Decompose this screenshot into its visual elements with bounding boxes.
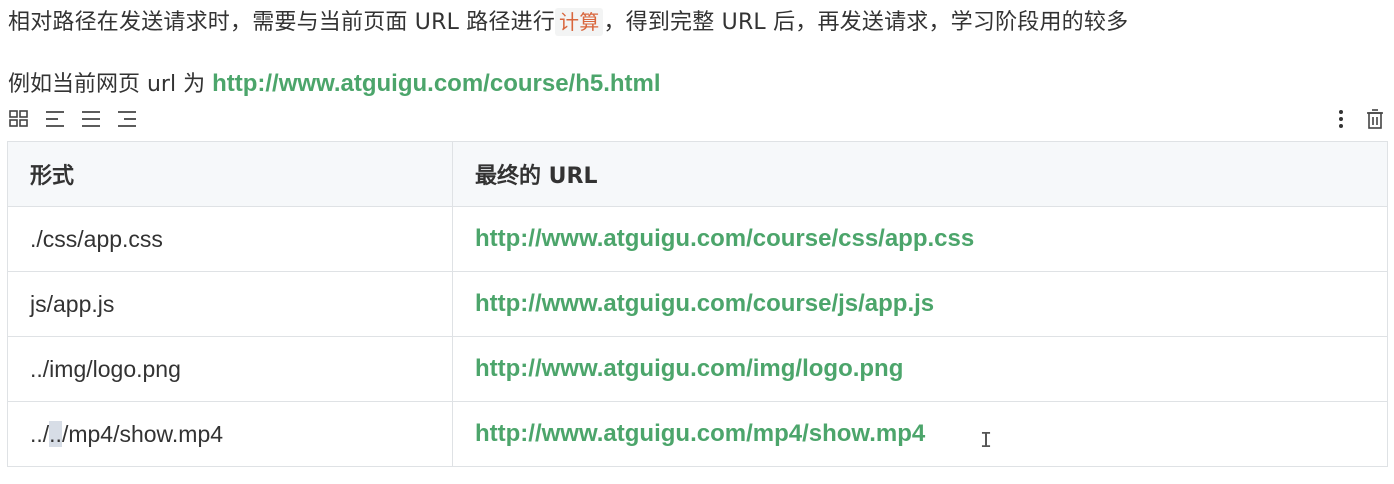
url-link[interactable]: http://www.atguigu.com/img/logo.png [475,355,903,382]
align-center-icon[interactable] [80,108,102,130]
url-link[interactable]: http://www.atguigu.com/course/js/app.js [475,290,934,317]
row4-part-c: /mp4/show.mp4 [61,420,224,447]
cell-url[interactable]: http://www.atguigu.com/course/css/app.cs… [452,206,1388,272]
align-left-icon[interactable] [44,108,66,130]
table-toolbar-left [8,108,138,130]
inline-code: 计算 [555,8,604,36]
table-row: ./css/app.css http://www.atguigu.com/cou… [7,206,1388,272]
url-link[interactable]: http://www.atguigu.com/mp4/show.mp4 [475,420,925,447]
header-final-url: 最终的 URL [452,141,1388,207]
text-cursor-icon: I [980,428,993,452]
intro-paragraph: 相对路径在发送请求时，需要与当前页面 URL 路径进行 计算 ，得到完整 URL 后… [8,0,1128,44]
cell-url[interactable]: http://www.atguigu.com/img/logo.png [452,336,1388,402]
more-vertical-icon[interactable] [1330,108,1352,130]
cell-form[interactable]: ./css/app.css [7,206,453,272]
align-right-icon[interactable] [116,108,138,130]
url-link[interactable]: http://www.atguigu.com/course/css/app.cs… [475,225,974,252]
trash-icon[interactable] [1364,108,1386,130]
table-row: js/app.js http://www.atguigu.com/course/… [7,271,1388,337]
cell-url[interactable]: http://www.atguigu.com/course/js/app.js [452,271,1388,337]
example-prefix: 例如当前网页 url 为 [8,72,213,97]
cell-form[interactable]: ../img/logo.png [7,336,453,402]
text-selection: .. [49,420,62,447]
row4-part-a: ../ [30,420,50,447]
cell-form[interactable]: ../../mp4/show.mp4 [7,401,453,467]
header-form: 形式 [7,141,453,207]
cell-form[interactable]: js/app.js [7,271,453,337]
table-header-row: 形式 最终的 URL [7,141,1388,207]
table-row: ../img/logo.png http://www.atguigu.com/i… [7,336,1388,402]
grid-icon[interactable] [8,108,30,130]
table-toolbar [8,108,1386,132]
cell-url[interactable]: http://www.atguigu.com/mp4/show.mp4 [452,401,1388,467]
example-url-link[interactable]: http://www.atguigu.com/course/h5.html [212,70,660,97]
table-toolbar-right [1330,108,1386,130]
intro-text-after: ，得到完整 URL 后，再发送请求，学习阶段用的较多 [603,10,1129,35]
intro-text-before: 相对路径在发送请求时，需要与当前页面 URL 路径进行 [8,10,556,35]
example-paragraph: 例如当前网页 url 为 http://www.atguigu.com/cour… [8,64,661,104]
url-table: 形式 最终的 URL ./css/app.css http://www.atgu… [7,141,1388,467]
table-row: ../../mp4/show.mp4 http://www.atguigu.co… [7,401,1388,467]
